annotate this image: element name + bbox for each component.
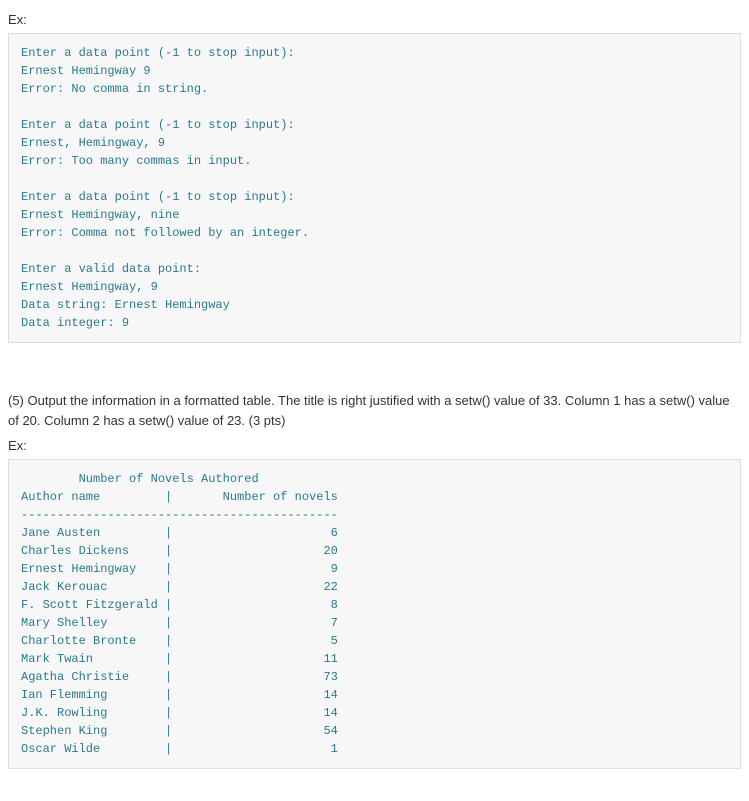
example-label-1: Ex: — [8, 12, 741, 27]
example-label-2: Ex: — [8, 438, 741, 453]
instruction-text: (5) Output the information in a formatte… — [8, 391, 741, 430]
code-block-1: Enter a data point (-1 to stop input): E… — [8, 33, 741, 343]
code-block-table: Number of Novels Authored Author name | … — [8, 459, 741, 769]
